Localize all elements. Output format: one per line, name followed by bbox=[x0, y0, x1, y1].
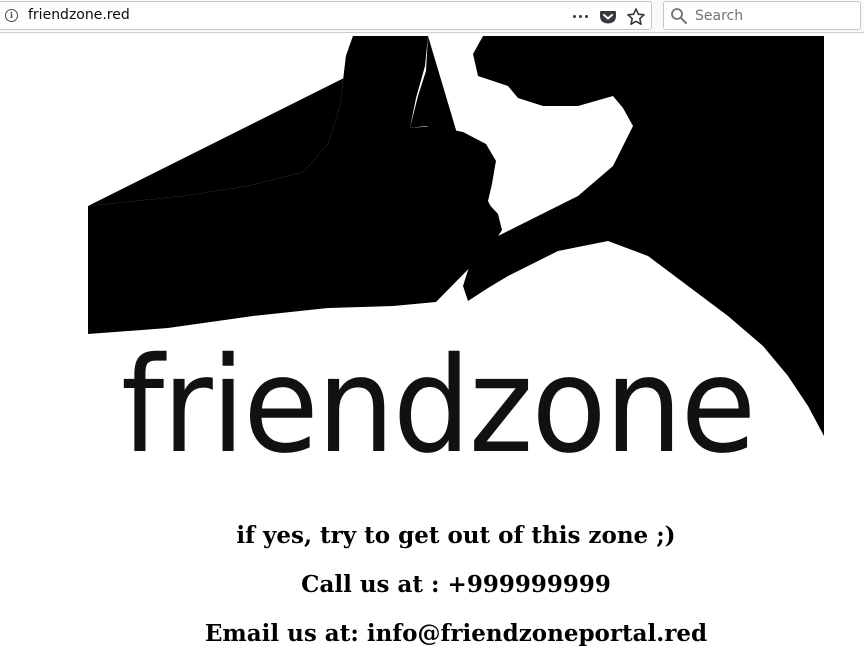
bookmark-star-icon[interactable] bbox=[626, 7, 646, 27]
page-actions-icon[interactable] bbox=[571, 6, 591, 26]
pocket-icon[interactable] bbox=[599, 8, 617, 26]
friendzone-banner-image: friendzone bbox=[88, 36, 824, 506]
info-icon[interactable]: i bbox=[5, 9, 18, 22]
url-text[interactable]: friendzone.red bbox=[28, 7, 130, 23]
email-text: Email us at: info@friendzoneportal.red bbox=[204, 620, 708, 647]
search-bar[interactable]: Search bbox=[663, 1, 861, 30]
search-input[interactable]: Search bbox=[695, 8, 743, 24]
search-icon bbox=[671, 8, 687, 24]
address-bar[interactable]: i friendzone.red bbox=[0, 1, 652, 30]
browser-toolbar: i friendzone.red Search bbox=[0, 0, 864, 33]
friendzone-logo-text: friendzone bbox=[121, 329, 756, 483]
tagline-text: if yes, try to get out of this zone ;) bbox=[236, 522, 676, 549]
phone-text: Call us at : +999999999 bbox=[301, 571, 611, 598]
